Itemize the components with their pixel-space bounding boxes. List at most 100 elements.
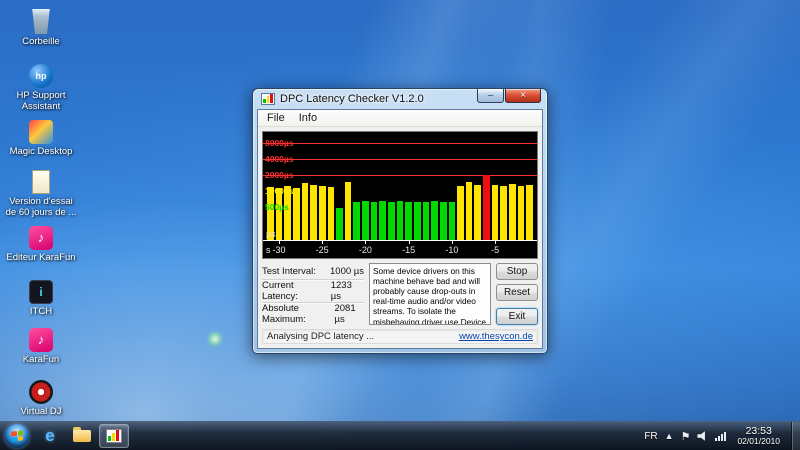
latency-bar bbox=[276, 188, 283, 240]
taskbar-item-windows-explorer[interactable] bbox=[67, 424, 97, 448]
desktop-icon-virtual-dj[interactable]: Virtual DJ bbox=[4, 378, 78, 418]
x-tick bbox=[452, 241, 453, 244]
y-axis-label: 1000µs bbox=[265, 187, 294, 196]
latency-bar bbox=[500, 186, 507, 240]
stat-current-latency: Current Latency: 1233 µs bbox=[262, 280, 364, 303]
karafun-editor-icon: ♪ bbox=[29, 224, 53, 251]
y-axis-unit: µs bbox=[266, 229, 276, 239]
start-button[interactable] bbox=[0, 422, 34, 450]
show-desktop-button[interactable] bbox=[791, 422, 800, 450]
icon-label: KaraFun bbox=[23, 355, 59, 366]
latency-bar bbox=[405, 202, 412, 240]
menu-file[interactable]: File bbox=[260, 111, 292, 125]
exit-button[interactable]: Exit bbox=[496, 308, 538, 325]
stat-label: Absolute Maximum: bbox=[262, 303, 334, 325]
app-icon bbox=[261, 93, 275, 105]
latency-bar bbox=[526, 185, 533, 240]
thesycon-link[interactable]: www.thesycon.de bbox=[459, 331, 533, 342]
latency-bar bbox=[492, 185, 499, 240]
gridline-4000 bbox=[263, 159, 537, 160]
chart-x-axis: s -30-25-20-15-10-5 bbox=[263, 240, 537, 258]
latency-bar bbox=[483, 175, 490, 240]
language-indicator[interactable]: FR bbox=[644, 431, 657, 442]
stat-value: 1000 µs bbox=[330, 266, 364, 277]
desktop-icon-karafun[interactable]: ♪ KaraFun bbox=[4, 326, 78, 366]
latency-bar bbox=[440, 202, 447, 240]
karafun-icon: ♪ bbox=[29, 326, 53, 353]
window-titlebar[interactable]: DPC Latency Checker V1.2.0 – × bbox=[257, 89, 543, 109]
latency-bar bbox=[449, 202, 456, 240]
folder-icon bbox=[73, 430, 91, 442]
y-axis-label: 2000µs bbox=[265, 171, 294, 180]
status-bar: Analysing DPC latency ... www.thesycon.d… bbox=[262, 329, 538, 344]
latency-bar bbox=[362, 201, 369, 240]
icon-label: Magic Desktop bbox=[10, 147, 73, 158]
internet-explorer-icon: e bbox=[45, 426, 54, 446]
x-tick-label: -10 bbox=[445, 245, 458, 255]
network-icon[interactable] bbox=[715, 432, 726, 441]
latency-bar bbox=[302, 183, 309, 240]
stop-button[interactable]: Stop bbox=[496, 263, 538, 280]
recycle-bin-icon bbox=[31, 8, 51, 35]
icon-label: Virtual DJ bbox=[20, 407, 61, 418]
x-tick bbox=[279, 241, 280, 244]
stat-value: 2081 µs bbox=[334, 303, 364, 325]
latency-bar bbox=[319, 186, 326, 240]
latency-bar bbox=[353, 202, 360, 240]
x-tick bbox=[322, 241, 323, 244]
dpc-latency-icon bbox=[106, 429, 122, 443]
stat-test-interval: Test Interval: 1000 µs bbox=[262, 263, 364, 280]
stat-value: 1233 µs bbox=[331, 280, 364, 302]
icon-label: Editeur KaraFun bbox=[6, 253, 75, 264]
desktop-icon-hp-support-assistant[interactable]: hp HP Support Assistant bbox=[4, 62, 78, 113]
latency-bar bbox=[371, 202, 378, 240]
clock[interactable]: 23:53 02/01/2010 bbox=[733, 425, 784, 447]
latency-bar bbox=[414, 202, 421, 240]
minimize-button[interactable]: – bbox=[477, 89, 504, 103]
latency-bar bbox=[397, 201, 404, 240]
desktop-icon-recycle-bin[interactable]: Corbeille bbox=[4, 8, 78, 48]
y-axis-label: 500µs bbox=[265, 203, 289, 212]
latency-bar bbox=[310, 185, 317, 240]
x-tick-label: -15 bbox=[402, 245, 415, 255]
stats-panel: Test Interval: 1000 µs Current Latency: … bbox=[262, 263, 364, 325]
hidden-icons-button[interactable]: ▲ bbox=[665, 431, 674, 441]
window-title: DPC Latency Checker V1.2.0 bbox=[280, 93, 424, 105]
desktop-icon-karafun-editor[interactable]: ♪ Editeur KaraFun bbox=[4, 224, 78, 264]
taskbar-item-internet-explorer[interactable]: e bbox=[35, 424, 65, 448]
desktop-icon-itch[interactable]: i ITCH bbox=[4, 278, 78, 318]
action-center-icon[interactable]: ⚑ bbox=[681, 430, 691, 443]
system-tray: FR ▲ ⚑ 23:53 02/01/2010 bbox=[644, 422, 800, 450]
latency-bar bbox=[379, 201, 386, 240]
x-tick bbox=[409, 241, 410, 244]
latency-bar bbox=[457, 186, 464, 240]
volume-icon[interactable] bbox=[697, 431, 708, 441]
latency-bar bbox=[328, 187, 335, 240]
reset-button[interactable]: Reset bbox=[496, 284, 538, 301]
icon-label: Version d'essai de 60 jours de ... bbox=[4, 197, 78, 219]
latency-bar bbox=[423, 202, 430, 240]
sparkle-effect bbox=[206, 330, 224, 348]
menu-info[interactable]: Info bbox=[292, 111, 324, 125]
virtual-dj-icon bbox=[29, 378, 53, 405]
windows-flag-icon bbox=[11, 430, 23, 441]
desktop-icon-trial-version[interactable]: Version d'essai de 60 jours de ... bbox=[4, 168, 78, 219]
gridline-8000 bbox=[263, 143, 537, 144]
close-button[interactable]: × bbox=[505, 89, 541, 103]
x-tick-label: -25 bbox=[316, 245, 329, 255]
x-tick-label: -30 bbox=[272, 245, 285, 255]
diagnostic-message: Some device drivers on this machine beha… bbox=[369, 263, 491, 325]
itch-icon: i bbox=[29, 278, 53, 305]
taskbar-item-dpc-latency-checker[interactable] bbox=[99, 424, 129, 448]
x-tick-label: -20 bbox=[359, 245, 372, 255]
latency-bar bbox=[388, 202, 395, 240]
x-axis-unit: s bbox=[266, 245, 271, 255]
windows-orb-icon bbox=[5, 424, 29, 448]
taskbar: e FR ▲ ⚑ 23:53 02/01/2010 bbox=[0, 421, 800, 450]
chart-plot: µs 16000µs8000µs4000µs2000µs1000µs500µs bbox=[263, 132, 537, 240]
gridline-2000 bbox=[263, 175, 537, 176]
desktop-icon-magic-desktop[interactable]: Magic Desktop bbox=[4, 118, 78, 158]
icon-label: HP Support Assistant bbox=[4, 91, 78, 113]
stat-absolute-maximum: Absolute Maximum: 2081 µs bbox=[262, 303, 364, 325]
hp-support-icon: hp bbox=[29, 62, 53, 89]
